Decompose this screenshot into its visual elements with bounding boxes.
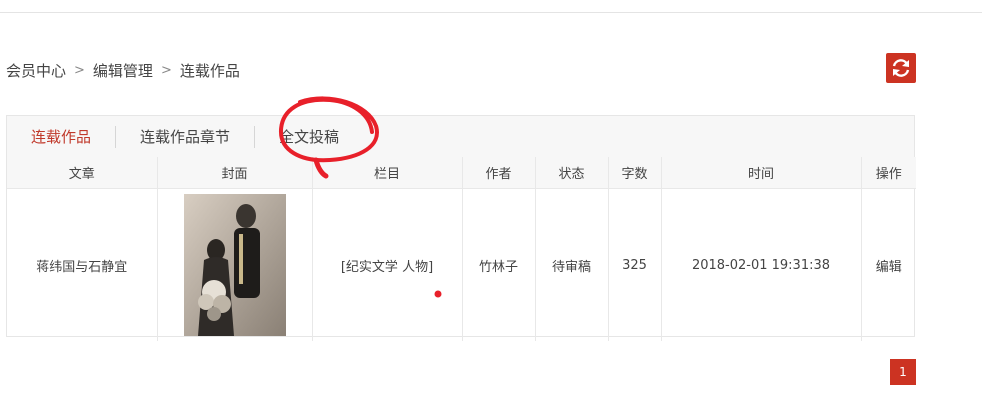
tab-bar: 连载作品 连载作品章节 全文投稿 (7, 116, 914, 158)
cell-time: 2018-02-01 19:31:38 (661, 188, 862, 341)
edit-link[interactable]: 编辑 (876, 260, 902, 275)
table-header-row: 文章 封面 栏目 作者 状态 字数 时间 操作 (7, 157, 916, 189)
header-cover: 封面 (157, 157, 313, 189)
header-author: 作者 (462, 157, 536, 189)
header-time: 时间 (661, 157, 862, 189)
breadcrumb: 会员中心 > 编辑管理 > 连载作品 (6, 58, 240, 82)
pagination-page-1[interactable]: 1 (890, 359, 916, 385)
breadcrumb-item-edit-management[interactable]: 编辑管理 (93, 60, 153, 81)
cell-cover (157, 188, 313, 341)
cell-status: 待审稿 (535, 188, 609, 341)
header-category: 栏目 (312, 157, 463, 189)
breadcrumb-item-member-center[interactable]: 会员中心 (6, 60, 66, 81)
cell-author: 竹林子 (462, 188, 536, 341)
header-article: 文章 (7, 157, 158, 189)
cell-action: 编辑 (861, 189, 916, 342)
header-action: 操作 (861, 157, 916, 189)
breadcrumb-separator: > (160, 62, 172, 78)
header-word-count: 字数 (608, 157, 662, 189)
refresh-icon (892, 59, 910, 77)
header-status: 状态 (535, 157, 609, 189)
works-panel: 连载作品 连载作品章节 全文投稿 文章 封面 栏目 作者 状态 字数 时间 操作… (6, 115, 916, 341)
top-divider (0, 12, 982, 13)
cell-title[interactable]: 蒋纬国与石静宜 (7, 188, 158, 341)
works-table: 文章 封面 栏目 作者 状态 字数 时间 操作 蒋纬国与石静宜 [纪实文学 人物… (7, 157, 916, 341)
cell-word-count: 325 (608, 188, 662, 341)
cover-image[interactable] (183, 194, 286, 336)
table-row: 蒋纬国与石静宜 [纪实文学 人物] 竹林子 待审稿 325 2018-02-01… (7, 188, 916, 342)
breadcrumb-separator: > (74, 62, 85, 78)
breadcrumb-item-serial-works: 连载作品 (179, 61, 240, 80)
tab-serial-works[interactable]: 连载作品 (7, 126, 115, 148)
cell-category: [纪实文学 人物] (312, 188, 463, 341)
tab-serial-chapters[interactable]: 连载作品章节 (116, 126, 254, 148)
refresh-button[interactable] (886, 53, 916, 83)
tab-full-submission[interactable]: 全文投稿 (255, 126, 363, 148)
